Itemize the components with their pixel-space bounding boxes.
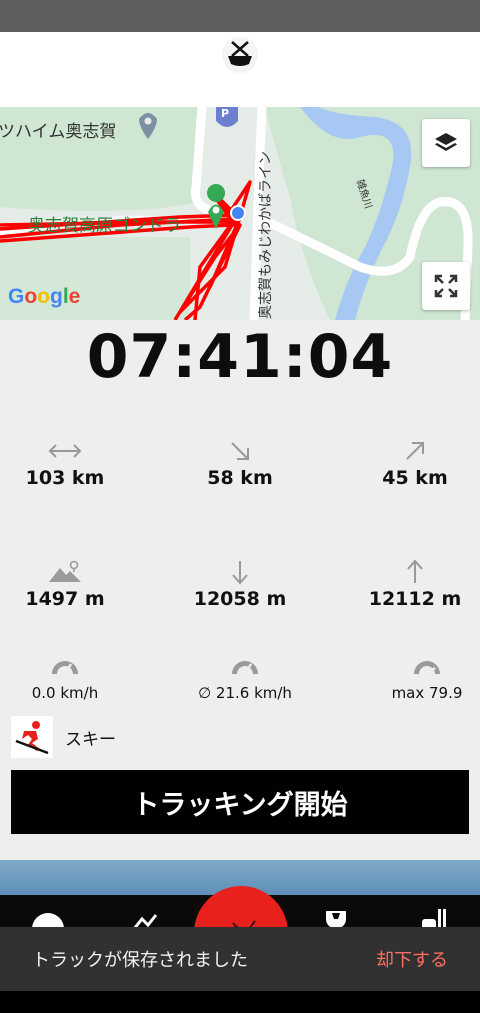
- stat-value: max 79.9: [391, 684, 463, 702]
- up-arrow-icon: [407, 559, 423, 583]
- stat-altitude: 1497 m: [0, 558, 145, 610]
- status-bar: [0, 0, 480, 32]
- ascent-arrow-icon: [406, 442, 424, 460]
- skier-icon: [15, 721, 49, 755]
- snackbar: トラックが保存されました 却下する: [0, 927, 480, 991]
- stat-value: ∅ 21.6 km/h: [198, 684, 292, 702]
- stat-speed-average: ∅ 21.6 km/h: [165, 652, 325, 702]
- stat-elevation-down: 12058 m: [160, 558, 320, 610]
- stat-value: 12058 m: [193, 588, 287, 610]
- down-arrow-icon: [232, 561, 248, 585]
- layers-icon: [435, 133, 457, 151]
- activity-icon-box: [11, 716, 53, 758]
- activity-label: スキー: [65, 729, 116, 750]
- start-tracking-button[interactable]: トラッキング開始: [11, 770, 469, 834]
- map-view[interactable]: P ツハイム奥志賀 奥志賀高原ゴンドラ 奥志賀もみじわかばライン 雑魚川 Goo…: [0, 107, 480, 320]
- stat-speed-max: max 79.9: [347, 652, 480, 702]
- map-label-gondola: 奥志賀高原ゴンドラ: [28, 216, 181, 236]
- snackbar-message: トラックが保存されました: [32, 950, 248, 971]
- mountain-icon: [49, 560, 81, 582]
- app-bar: [0, 32, 480, 107]
- fullscreen-icon: [434, 274, 458, 298]
- layers-button[interactable]: [422, 119, 470, 167]
- stat-value: 45 km: [382, 467, 448, 489]
- svg-text:P: P: [221, 107, 229, 120]
- stat-distance-up: 45 km: [335, 437, 480, 489]
- google-attribution: Google: [8, 285, 81, 308]
- stat-speed-current: 0.0 km/h: [0, 652, 145, 702]
- stat-distance-down: 58 km: [160, 437, 320, 489]
- stat-value: 1497 m: [25, 588, 105, 610]
- stat-distance-total: 103 km: [0, 437, 145, 489]
- speedometer-icon: [52, 661, 78, 675]
- map-label-place: ツハイム奥志賀: [0, 122, 117, 142]
- distance-icon: [48, 444, 82, 458]
- activity-selector[interactable]: スキー: [11, 716, 116, 758]
- system-navigation-bar: [0, 991, 480, 1013]
- elapsed-timer: 07:41:04: [86, 322, 394, 392]
- speedometer-icon: [414, 661, 440, 675]
- fullscreen-button[interactable]: [422, 262, 470, 310]
- stat-value: 12112 m: [368, 588, 462, 610]
- dismiss-button[interactable]: 却下する: [376, 946, 448, 972]
- speedometer-icon: [232, 661, 258, 675]
- stat-value: 103 km: [25, 467, 105, 489]
- stat-value: 0.0 km/h: [31, 684, 99, 702]
- app-logo-icon: [222, 37, 258, 73]
- stat-elevation-up: 12112 m: [335, 558, 480, 610]
- map-label-road: 奥志賀もみじわかばライン: [258, 151, 274, 319]
- descent-arrow-icon: [231, 442, 249, 460]
- stat-value: 58 km: [207, 467, 273, 489]
